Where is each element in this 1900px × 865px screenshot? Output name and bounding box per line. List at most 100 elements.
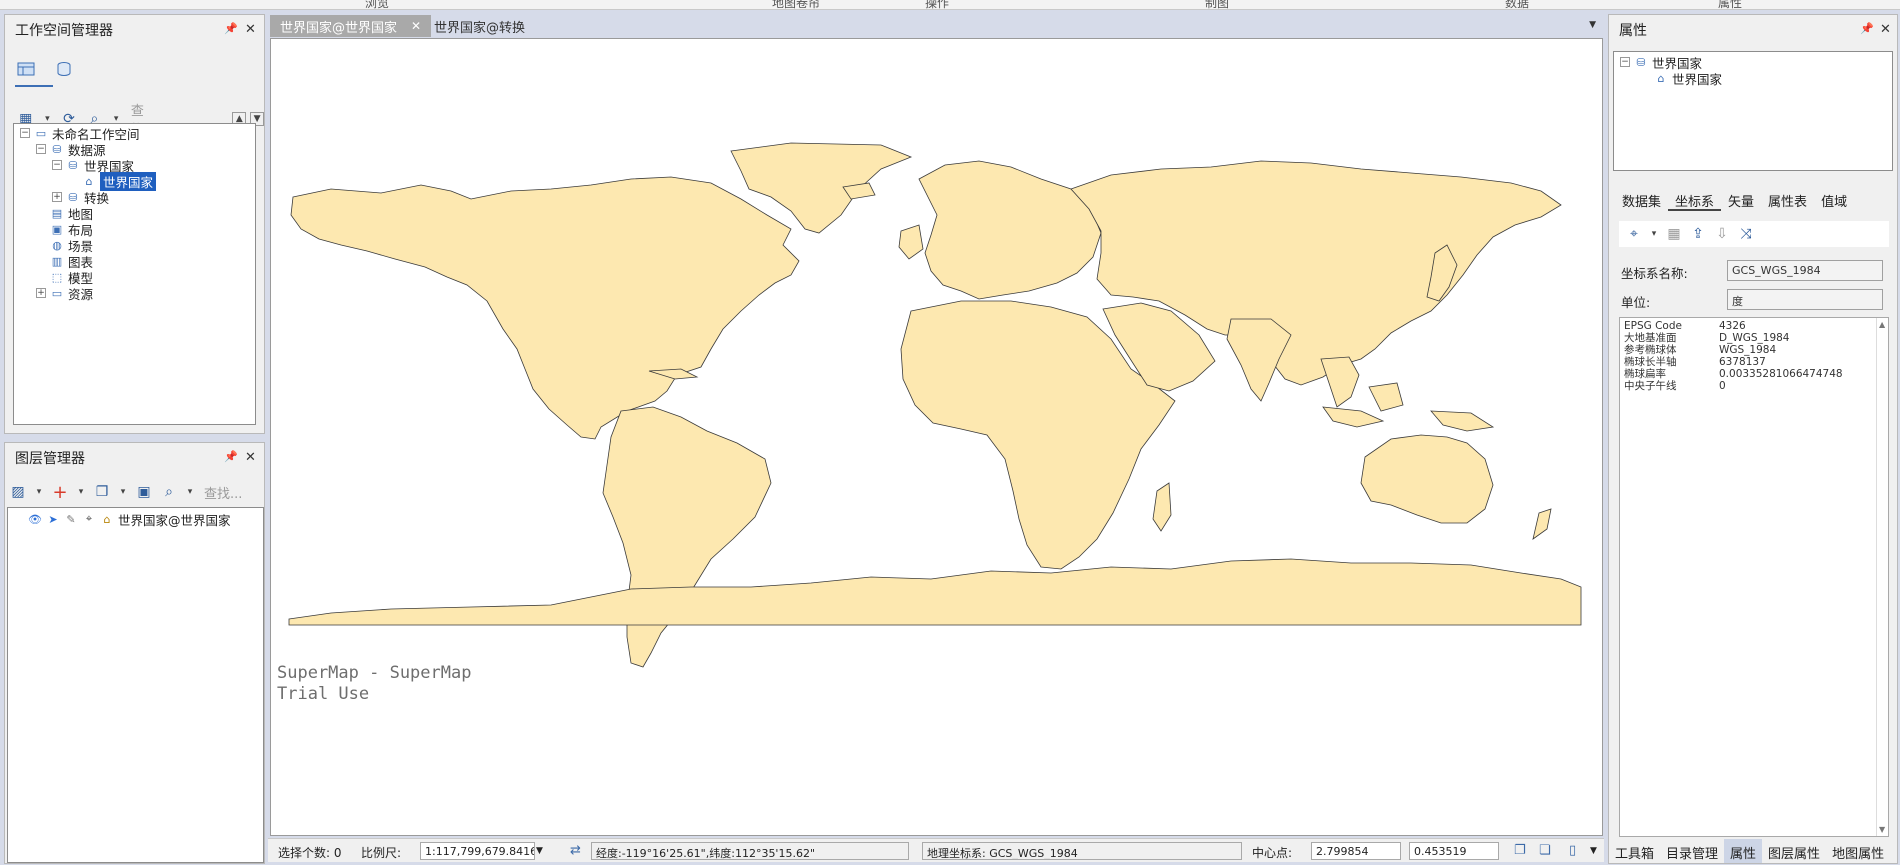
- chevron-down-icon[interactable]: ▾: [116, 482, 130, 502]
- center-point-label: 中心点:: [1252, 846, 1293, 860]
- uk-polygon: [898, 224, 924, 260]
- layer-toolbar: ▨ ▾ + ▾ ❐ ▾ ▣ ⌕ ▾ 查找...: [7, 482, 242, 503]
- import-icon[interactable]: ⇩: [1711, 224, 1733, 244]
- copy-icon[interactable]: ❐: [1514, 843, 1526, 858]
- scroll-up-icon[interactable]: ▲: [1879, 320, 1885, 329]
- pin-icon[interactable]: 📌: [224, 450, 238, 463]
- ribbon-tab-attributes[interactable]: 属性: [1718, 0, 1742, 9]
- chevron-down-icon[interactable]: ▾: [183, 482, 197, 502]
- trial-watermark-line2: Trial Use: [277, 684, 370, 704]
- ribbon-tab-data[interactable]: 数据: [1505, 0, 1529, 9]
- scale-input[interactable]: 1:117,799,679.841631: [420, 842, 535, 860]
- unit-label: 单位:: [1621, 295, 1651, 310]
- map-view[interactable]: SuperMap - SuperMap Trial Use: [270, 38, 1603, 836]
- collapse-icon[interactable]: −: [1620, 57, 1630, 67]
- borneo-polygon: [1368, 382, 1404, 412]
- tab-list-dropdown-icon[interactable]: ▼: [1589, 20, 1596, 30]
- expand-icon[interactable]: +: [36, 288, 46, 298]
- close-icon[interactable]: ✕: [245, 22, 256, 37]
- antarctica-polygon: [288, 558, 1582, 626]
- ribbon-tab-map-swipe[interactable]: 地图卷帘: [772, 0, 820, 9]
- collapse-icon[interactable]: −: [36, 144, 46, 154]
- paste-icon[interactable]: ❏: [1539, 843, 1551, 858]
- close-icon[interactable]: ✕: [411, 19, 421, 33]
- trial-watermark-line1: SuperMap - SuperMap: [277, 663, 472, 683]
- workspace-icon: ▭: [35, 126, 47, 140]
- workspace-view-toolbar: [15, 59, 75, 79]
- center-x-input[interactable]: 2.799854: [1311, 842, 1401, 860]
- add-layer-icon[interactable]: +: [49, 482, 71, 503]
- layer-style-icon[interactable]: ▨: [7, 482, 29, 502]
- chart-icon: ▥: [51, 254, 63, 268]
- snap-icon[interactable]: ⌖: [82, 512, 96, 525]
- ribbon-tab-cartography[interactable]: 制图: [1205, 0, 1229, 9]
- layer-group-icon[interactable]: ❐: [91, 482, 113, 502]
- chevron-down-icon[interactable]: ▾: [1647, 224, 1661, 244]
- tab-attribute-table[interactable]: 属性表: [1761, 187, 1814, 211]
- layer-search-input[interactable]: 查找...: [204, 483, 242, 502]
- indonesia-polygon: [1322, 406, 1385, 428]
- ribbon-tab-browse[interactable]: 浏览: [365, 0, 389, 9]
- visible-eye-icon[interactable]: 👁: [28, 513, 42, 526]
- collapse-icon[interactable]: −: [52, 160, 62, 170]
- chevron-down-icon[interactable]: ▼: [1590, 846, 1597, 856]
- tab-value-domain[interactable]: 值域: [1814, 187, 1854, 211]
- properties-panel: 属性 📌 ✕ − ⛁ 世界国家 ⌂ 世界国家 数据集 坐标系 矢量 属性表 值域 ⌖ …: [1608, 14, 1898, 864]
- datasource-view-icon[interactable]: [53, 59, 75, 79]
- properties-tabs: 数据集 坐标系 矢量 属性表 值域: [1609, 187, 1897, 211]
- scale-dropdown-icon[interactable]: ▼: [536, 846, 543, 856]
- layer-item-world[interactable]: 👁 ➤ ✎ ⌖ ⌂ 世界国家@世界国家: [28, 511, 231, 528]
- export-icon[interactable]: ⇪: [1687, 224, 1709, 244]
- ribbon-collapse-icon[interactable]: ⌃: [1878, 0, 1888, 8]
- scale-label: 比例尺:: [361, 846, 402, 860]
- editable-pencil-icon[interactable]: ✎: [64, 513, 78, 526]
- tab-vector[interactable]: 矢量: [1721, 187, 1761, 211]
- search-icon[interactable]: ⌕: [158, 482, 180, 502]
- tab-coordinate-system[interactable]: 坐标系: [1668, 187, 1722, 211]
- tab-map-properties[interactable]: 地图属性: [1826, 839, 1890, 863]
- southeast-asia-polygon: [1320, 356, 1360, 408]
- pin-icon[interactable]: 📌: [1860, 22, 1874, 35]
- crs-settings-icon[interactable]: ⌖: [1623, 224, 1645, 244]
- layer-list: 👁 ➤ ✎ ⌖ ⌂ 世界国家@世界国家: [7, 507, 264, 863]
- properties-tree-child[interactable]: ⌂ 世界国家: [1654, 70, 1723, 87]
- tab-toolbox[interactable]: 工具箱: [1609, 839, 1660, 863]
- workspace-tree: − ▭ 未命名工作空间 − ⛁ 数据源 − ⛁ 世界国家 ⌂ 世界国家 + ⛁ 转换 ▤ 地图 ▣ 布…: [13, 123, 256, 425]
- dock-bottom-tabs: 工具箱 目录管理 属性 图层属性 地图属性: [1609, 839, 1897, 863]
- close-icon[interactable]: ✕: [1880, 22, 1891, 37]
- tab-catalog[interactable]: 目录管理: [1660, 839, 1724, 863]
- center-y-input[interactable]: 0.453519: [1409, 842, 1499, 860]
- crs-grid-icon[interactable]: ▦: [1663, 224, 1685, 244]
- scene-icon: ◍: [52, 238, 62, 252]
- database-icon: ⛁: [68, 190, 78, 204]
- tab-properties[interactable]: 属性: [1724, 839, 1763, 863]
- unit-value: 度: [1727, 289, 1883, 310]
- tab-map-world[interactable]: 世界国家@世界国家 ✕: [270, 15, 432, 37]
- expand-icon[interactable]: +: [52, 192, 62, 202]
- info-row: 参考椭球体 WGS_1984: [1624, 344, 1777, 356]
- layer-save-icon[interactable]: ▣: [133, 482, 155, 502]
- tab-layer-properties[interactable]: 图层属性: [1762, 839, 1826, 863]
- pin-icon[interactable]: 📌: [224, 22, 238, 35]
- tree-item-resources[interactable]: + ▭ 资源: [36, 285, 93, 302]
- layout-icon: ▣: [51, 222, 63, 236]
- tab-map-convert[interactable]: 世界国家@转换: [424, 15, 535, 37]
- selection-count: 选择个数: 0: [278, 846, 342, 860]
- ribbon-tab-operate[interactable]: 操作: [925, 0, 949, 9]
- scroll-down-icon[interactable]: ▼: [1879, 825, 1885, 834]
- shuffle-icon[interactable]: ⤨: [1735, 224, 1757, 244]
- chevron-down-icon[interactable]: ▾: [74, 482, 88, 502]
- collapse-icon[interactable]: −: [20, 128, 30, 138]
- north-america-polygon: [290, 176, 800, 440]
- chevron-down-icon[interactable]: ▾: [32, 482, 46, 502]
- properties-tree: − ⛁ 世界国家 ⌂ 世界国家: [1613, 51, 1893, 171]
- info-scrollbar[interactable]: ▲ ▼: [1876, 318, 1888, 836]
- crs-name-value: GCS_WGS_1984: [1727, 260, 1883, 281]
- swap-icon[interactable]: ⇄: [570, 843, 581, 858]
- map-settings-icon[interactable]: ▯: [1569, 843, 1576, 858]
- close-icon[interactable]: ✕: [245, 450, 256, 465]
- tab-dataset[interactable]: 数据集: [1615, 187, 1668, 211]
- selectable-cursor-icon[interactable]: ➤: [46, 513, 60, 526]
- workspace-view-icon[interactable]: [15, 59, 37, 79]
- database-icon: ⛁: [68, 158, 78, 172]
